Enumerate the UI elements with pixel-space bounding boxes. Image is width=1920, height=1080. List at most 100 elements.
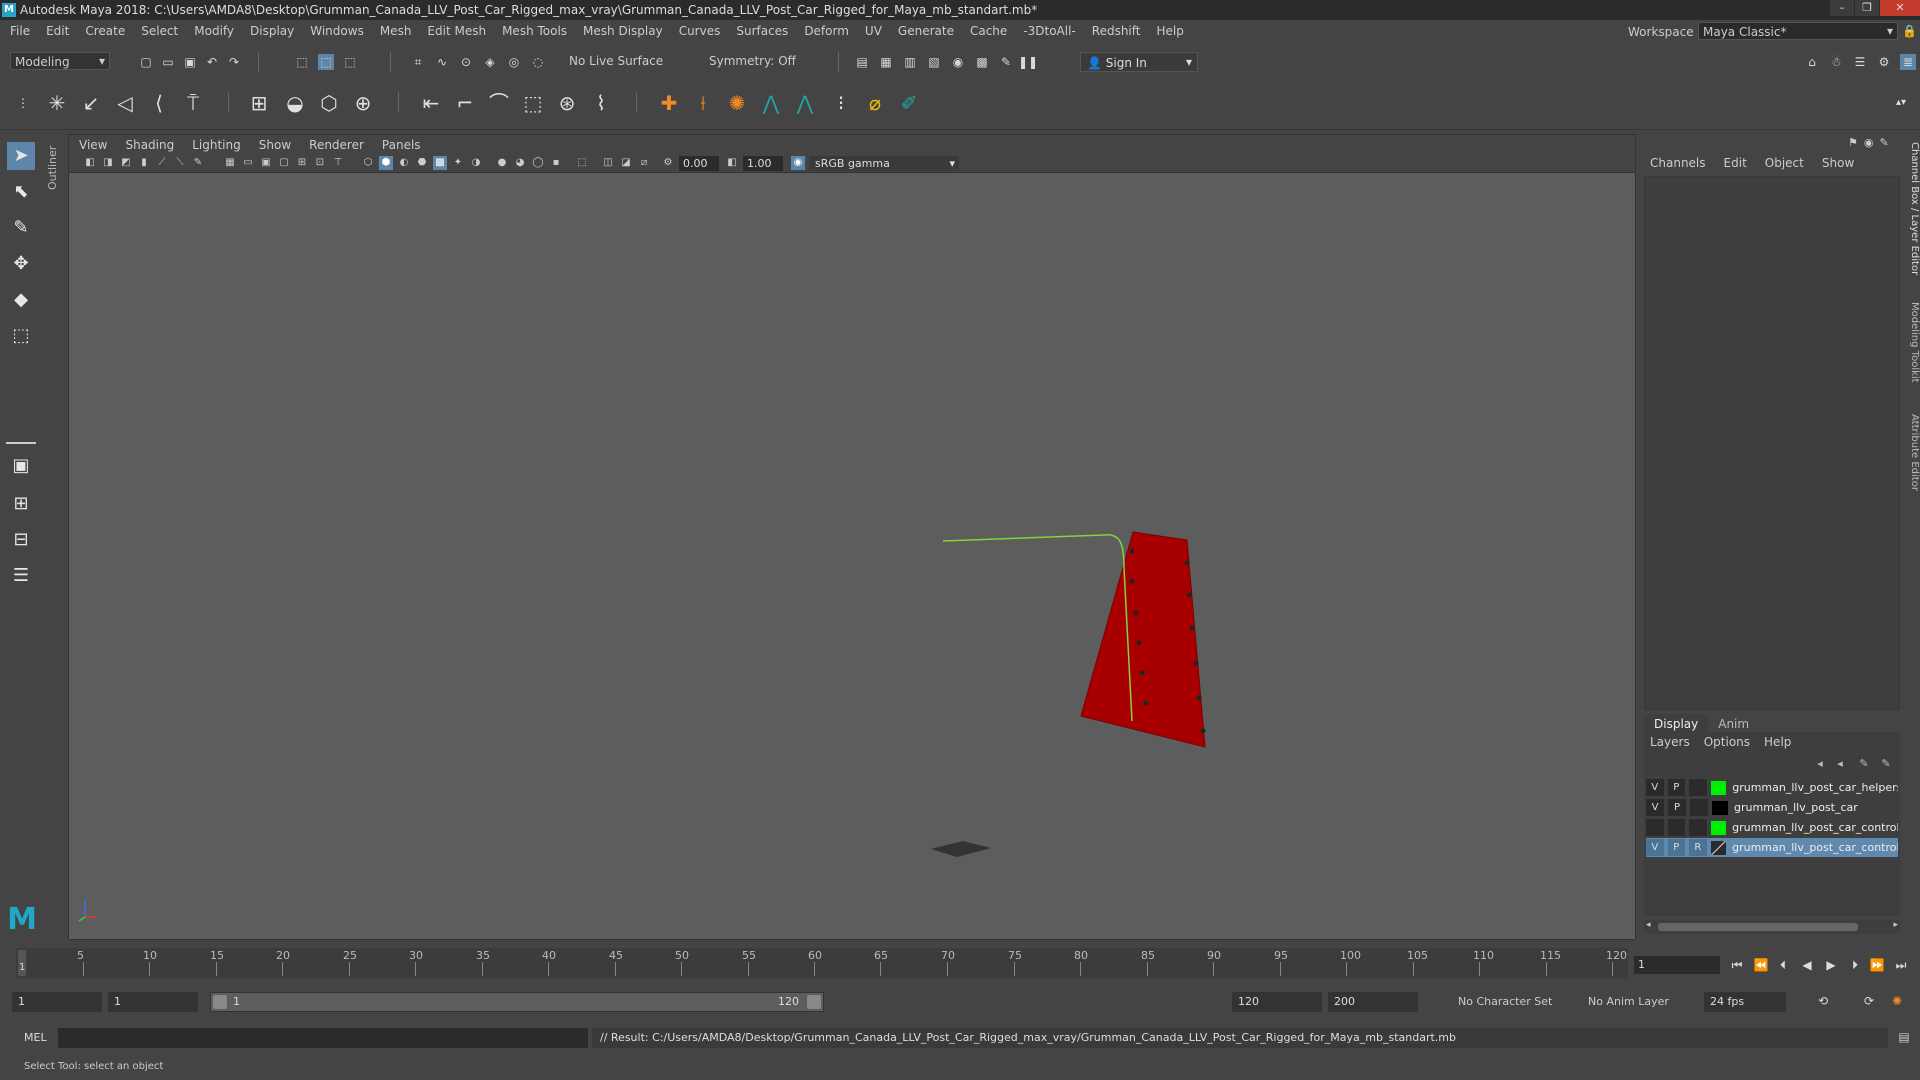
layer-row[interactable]: V P grumman_llv_post_car	[1646, 798, 1898, 817]
quick-rig-icon[interactable]: ✺	[724, 90, 750, 116]
layer-visibility-toggle[interactable]	[1646, 819, 1664, 836]
move-layer-up-icon[interactable]: ◂	[1812, 756, 1828, 772]
gamma-icon[interactable]: ◧	[725, 156, 739, 170]
select-by-component-icon[interactable]: ⬚	[342, 54, 358, 70]
film-gate-icon[interactable]: ▭	[241, 156, 255, 170]
bezier-curve-icon[interactable]: ⟨	[146, 90, 172, 116]
open-scene-icon[interactable]: ▭	[160, 54, 176, 70]
screen-space-ao-icon[interactable]: ●	[495, 156, 509, 170]
rotate-tool-icon[interactable]: ◆	[7, 286, 35, 314]
close-button[interactable]: ✕	[1880, 0, 1920, 16]
layer-playback-toggle[interactable]	[1667, 819, 1686, 836]
ep-curve-icon[interactable]: ◁	[112, 90, 138, 116]
isolate-select-icon[interactable]: ⬚	[575, 156, 589, 170]
new-empty-layer-icon[interactable]: ✎	[1856, 756, 1872, 772]
menu-select[interactable]: Select	[141, 24, 178, 38]
viewport-menu-shading[interactable]: Shading	[125, 138, 174, 152]
range-end-handle[interactable]	[807, 995, 821, 1009]
animation-start-field[interactable]: 1	[12, 992, 102, 1012]
scale-tool-icon[interactable]: ⬚	[7, 322, 35, 350]
menu-cache[interactable]: Cache	[970, 24, 1007, 38]
outliner-side-tab[interactable]: Outliner	[46, 140, 62, 190]
menu-display[interactable]: Display	[250, 24, 294, 38]
render-settings-icon[interactable]: ▧	[926, 54, 942, 70]
viewport-canvas[interactable]: persp	[69, 173, 1635, 976]
undo-icon[interactable]: ↶	[204, 54, 220, 70]
character-set-select[interactable]: No Character Set	[1452, 992, 1576, 1012]
script-language-label[interactable]: MEL	[24, 1031, 47, 1044]
go-to-end-icon[interactable]: ⏭	[1892, 956, 1910, 974]
resolution-gate-icon[interactable]: ▣	[259, 156, 273, 170]
layer-row-selected[interactable]: V P R grumman_llv_post_car_controll	[1646, 838, 1898, 857]
menu-set-select[interactable]: Modeling	[10, 52, 110, 70]
paint-weights-icon[interactable]: ✐	[896, 90, 922, 116]
layer-row[interactable]: grumman_llv_post_car_controll	[1646, 818, 1898, 837]
layer-menu-help[interactable]: Help	[1764, 735, 1791, 749]
anim-layer-select[interactable]: No Anim Layer	[1582, 992, 1682, 1012]
script-editor-icon[interactable]: ▤	[1896, 1030, 1912, 1046]
shadows-icon[interactable]: ◑	[469, 156, 483, 170]
wireframe-icon[interactable]: ⬡	[361, 156, 375, 170]
side-tab-channel-box[interactable]: Channel Box / Layer Editor	[1906, 142, 1920, 275]
select-by-object-icon[interactable]: ⬚	[318, 54, 334, 70]
textured-icon[interactable]: ▩	[433, 156, 447, 170]
menu-mesh-display[interactable]: Mesh Display	[583, 24, 663, 38]
layer-display-type-toggle[interactable]	[1690, 799, 1708, 816]
field-chart-icon[interactable]: ⊞	[295, 156, 309, 170]
smooth-shade-icon[interactable]: ⬢	[379, 156, 393, 170]
ipr-render-icon[interactable]: ▥	[902, 54, 918, 70]
redshift-icon-b[interactable]: ⋀	[792, 90, 818, 116]
extrude-icon[interactable]: ⇤	[418, 90, 444, 116]
select-tool-icon[interactable]: ➤	[7, 142, 35, 170]
command-input[interactable]	[58, 1028, 588, 1048]
channel-box-pin-icon[interactable]: ⚑	[1848, 136, 1858, 149]
xray-active-components-icon[interactable]: ◪	[619, 156, 633, 170]
grease-pencil-icon[interactable]: ✎	[191, 156, 205, 170]
select-camera-icon[interactable]: ◧	[83, 156, 97, 170]
poly-plane-icon[interactable]: ⊕	[350, 90, 376, 116]
target-weld-icon[interactable]: ⊛	[554, 90, 580, 116]
joint-tool-icon[interactable]: ✚	[656, 90, 682, 116]
maximize-button[interactable]: ❐	[1855, 0, 1879, 16]
fps-select[interactable]: 24 fps	[1704, 992, 1786, 1012]
gamma-field[interactable]: 1.00	[743, 156, 783, 171]
layer-visibility-toggle[interactable]: V	[1646, 779, 1664, 796]
channel-box-menu-edit[interactable]: Edit	[1724, 156, 1747, 170]
shelf-options-icon[interactable]: ⋮	[10, 90, 36, 116]
viewport-menu-renderer[interactable]: Renderer	[309, 138, 364, 152]
menu-uv[interactable]: UV	[865, 24, 882, 38]
viewport-menu-panels[interactable]: Panels	[382, 138, 421, 152]
snap-surface-icon[interactable]: ◎	[506, 54, 522, 70]
paint-select-icon[interactable]: ✎	[7, 214, 35, 242]
animation-prefs-icon[interactable]: ✺	[1888, 992, 1906, 1010]
menu-mesh-tools[interactable]: Mesh Tools	[502, 24, 567, 38]
snap-view-plane-icon[interactable]: ◈	[482, 54, 498, 70]
poly-sphere-icon[interactable]: ◒	[282, 90, 308, 116]
layer-row[interactable]: V P grumman_llv_post_car_helpers	[1646, 778, 1898, 797]
redshift-icon-a[interactable]: ⋀	[758, 90, 784, 116]
current-time-marker[interactable]: 1	[18, 950, 26, 976]
channel-box-body[interactable]	[1644, 176, 1900, 710]
layer-menu-layers[interactable]: Layers	[1650, 735, 1690, 749]
play-forwards-icon[interactable]: ▶	[1822, 956, 1840, 974]
image-plane-icon[interactable]: ⟋	[155, 156, 169, 170]
tab-display[interactable]: Display	[1644, 714, 1709, 734]
playback-end-field[interactable]: 120	[1232, 992, 1322, 1012]
layer-visibility-toggle[interactable]: V	[1646, 799, 1664, 816]
light-editor-icon[interactable]: ✎	[998, 54, 1014, 70]
wireframe-on-shaded-icon[interactable]: ⬣	[415, 156, 429, 170]
range-slider[interactable]: 1 120	[210, 992, 824, 1012]
xray-joints-icon[interactable]: ⧄	[637, 156, 651, 170]
multi-cut-icon[interactable]: ⬚	[520, 90, 546, 116]
connect-icon[interactable]: ⌇	[588, 90, 614, 116]
viewport-panel[interactable]: View Shading Lighting Show Renderer Pane…	[68, 134, 1636, 976]
layer-playback-toggle[interactable]: P	[1667, 839, 1686, 856]
bevel-icon[interactable]: ⌐	[452, 90, 478, 116]
poly-cube-icon[interactable]: ⊞	[246, 90, 272, 116]
sign-in-button[interactable]: 👤 Sign In	[1080, 52, 1198, 72]
attribute-editor-toggle-icon[interactable]: ☰	[1852, 54, 1868, 70]
menu-create[interactable]: Create	[85, 24, 125, 38]
modeling-toolkit-toggle-icon[interactable]: ⌂	[1804, 54, 1820, 70]
channel-box-float-icon[interactable]: ◉	[1864, 136, 1874, 149]
poly-cylinder-icon[interactable]: ⬡	[316, 90, 342, 116]
